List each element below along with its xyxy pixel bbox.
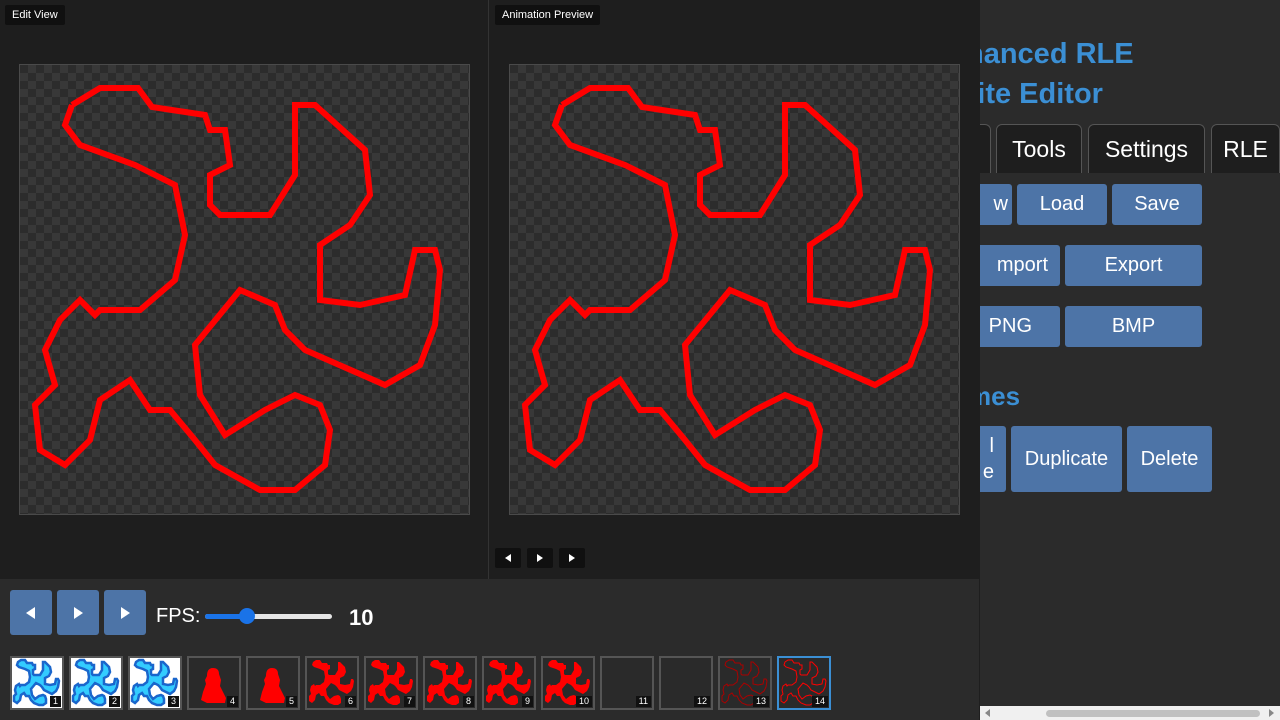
prev-frame-button[interactable] [10,590,52,635]
frame-number: 3 [167,696,179,707]
tab-settings[interactable]: Settings [1088,124,1205,173]
animation-preview-pane: Animation Preview [490,0,979,579]
frame-thumbnail[interactable]: 11 [600,656,654,710]
frame-thumbnail[interactable]: 1 [10,656,64,710]
scroll-right-icon[interactable] [1266,708,1276,718]
edit-view-pane: Edit View [0,0,489,579]
frame-number: 6 [344,696,356,707]
fps-value: 10 [349,605,374,630]
preview-next-button[interactable] [559,548,585,568]
frame-thumbnail[interactable]: 2 [69,656,123,710]
frame-thumbnail[interactable]: 4 [187,656,241,710]
frame-number: 11 [635,696,651,707]
play-icon [537,554,543,562]
next-frame-button[interactable] [104,590,146,635]
frame-number: 4 [226,696,238,707]
preview-controls [495,548,585,568]
step-back-icon [26,606,35,619]
step-forward-icon [569,554,575,562]
step-back-icon [505,554,511,562]
fps-label: FPS: [156,605,201,627]
app-title-line-1: hanced RLE [980,38,1134,70]
frames-section-title: mes [980,381,1021,411]
export-button[interactable]: Export [1065,245,1202,286]
frame-number: 13 [752,696,769,707]
frame-thumbnail[interactable]: 6 [305,656,359,710]
play-icon [74,606,83,619]
add-frame-label-2: e [982,461,994,483]
fps-slider[interactable] [205,608,332,624]
timeline-bar: FPS: 10 1 2 3 4 5 6 7 8 9 10 11 12 13 14 [0,579,979,720]
horizontal-scrollbar[interactable] [980,706,1280,720]
frame-number: 8 [462,696,474,707]
frame-number: 5 [285,696,297,707]
preview-canvas [509,64,960,515]
frame-thumbnail[interactable]: 3 [128,656,182,710]
scroll-left-icon[interactable] [983,708,993,718]
frame-thumbnail[interactable]: 7 [364,656,418,710]
tab-tools[interactable]: Tools [996,124,1082,173]
frame-thumbnail[interactable]: 14 [777,656,831,710]
add-frame-label-1: l [989,435,994,457]
sprite-outline-edit [31,85,444,493]
import-button[interactable]: mport [980,245,1060,286]
frame-thumbnail[interactable]: 5 [246,656,300,710]
fps-slider-thumb[interactable] [238,608,255,624]
sprite-editor-window: Edit View Animation Preview FPS: 10 1 2 … [0,0,1280,720]
frame-thumbnail[interactable]: 12 [659,656,713,710]
frame-thumbnail[interactable]: 9 [482,656,536,710]
frame-number: 14 [811,696,828,707]
side-panel: hanced RLE rite Editor Tools Settings RL… [980,0,1280,720]
tab-rle[interactable]: RLE [1211,124,1280,173]
animation-preview-label: Animation Preview [495,5,601,25]
preview-prev-button[interactable] [495,548,521,568]
sprite-outline-preview [521,85,934,493]
load-button[interactable]: Load [1017,184,1107,225]
scrollbar-thumb[interactable] [1046,710,1260,717]
step-forward-icon [121,606,130,619]
app-title-line-2: rite Editor [980,78,1103,110]
add-frame-button[interactable]: l e [980,426,1006,492]
frame-number: 7 [403,696,415,707]
preview-play-button[interactable] [527,548,553,568]
frame-number: 10 [575,696,592,707]
bmp-button[interactable]: BMP [1065,306,1202,347]
edit-view-label: Edit View [5,5,65,25]
frame-thumbnail[interactable]: 10 [541,656,595,710]
frame-number: 1 [49,696,61,707]
tab-file[interactable] [980,124,991,173]
edit-canvas[interactable] [19,64,470,515]
play-button[interactable] [57,590,99,635]
frame-thumbnail[interactable]: 8 [423,656,477,710]
delete-frame-button[interactable]: Delete [1127,426,1212,492]
save-button[interactable]: Save [1112,184,1202,225]
duplicate-frame-button[interactable]: Duplicate [1011,426,1122,492]
frame-number: 9 [521,696,533,707]
frame-number: 2 [108,696,120,707]
png-button[interactable]: PNG [980,306,1060,347]
frame-thumbnail[interactable]: 13 [718,656,772,710]
frame-number: 12 [693,696,710,707]
new-button[interactable]: w [980,184,1012,225]
